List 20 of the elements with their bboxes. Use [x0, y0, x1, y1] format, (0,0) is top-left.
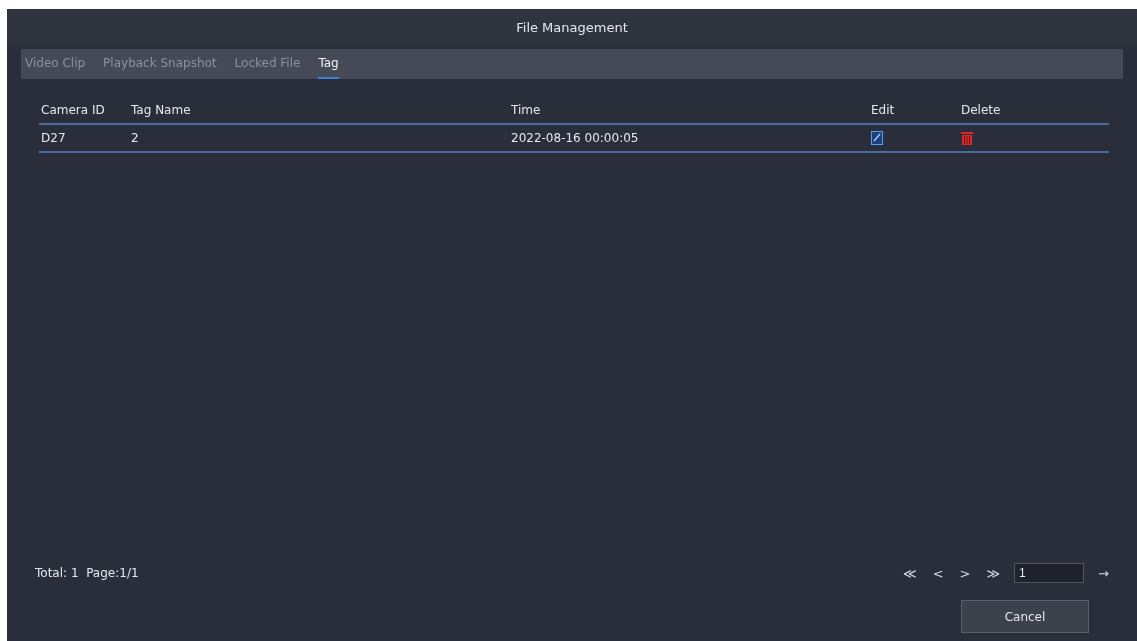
table-cell-text: D27 [40, 131, 67, 145]
pager-button[interactable]: > [951, 565, 979, 581]
column-header: Edit [870, 103, 896, 117]
column-header: Camera ID [40, 103, 106, 117]
table-cell-text: 2022-08-16 00:00:05 [510, 131, 640, 145]
table-cell-text: 2 [130, 131, 140, 145]
page-input[interactable]: 1 [1014, 563, 1085, 583]
pager-button[interactable]: ≫ [978, 565, 1009, 581]
edit-icon[interactable] [871, 131, 883, 145]
page-summary: Total: 1 Page:1/1 [35, 566, 139, 580]
tab[interactable]: Tag [318, 56, 339, 79]
column-header: Delete [960, 103, 1002, 117]
trash-icon[interactable] [961, 131, 973, 145]
pager-button[interactable]: ≪ [895, 565, 925, 581]
pager-button[interactable]: < [924, 565, 952, 581]
column-header: Time [510, 103, 542, 117]
window-title: File Management [7, 9, 1137, 45]
column-header: Tag Name [130, 103, 192, 117]
cancel-button[interactable]: Cancel [961, 600, 1089, 633]
go-button[interactable]: → [1090, 565, 1117, 581]
